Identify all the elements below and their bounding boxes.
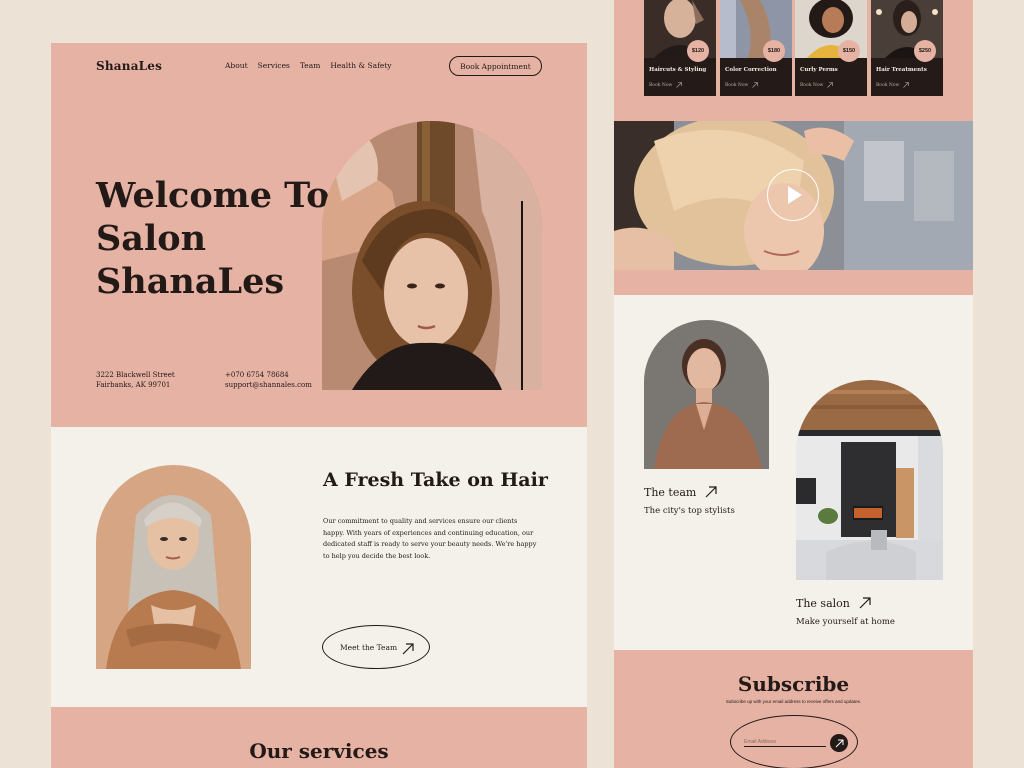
- hero-title-line-1: Welcome To: [96, 175, 330, 216]
- subscribe-text: Subscribe up with your email address to …: [725, 699, 862, 704]
- brand-logo[interactable]: ShanaLes: [96, 59, 162, 73]
- salon-label: The salon: [796, 596, 850, 610]
- book-now-link[interactable]: Book Now: [876, 82, 910, 88]
- service-card[interactable]: $150 Curly Perms Book Now: [795, 0, 867, 96]
- team-label: The team: [644, 485, 697, 499]
- nav-health-safety[interactable]: Health & Safety: [330, 61, 391, 70]
- team-photo[interactable]: [644, 320, 769, 469]
- video-player[interactable]: [614, 121, 973, 270]
- service-name: Hair Treatments: [876, 67, 927, 73]
- arrow-up-right-icon: [705, 486, 717, 498]
- service-price: $180: [763, 40, 785, 62]
- book-appointment-button[interactable]: Book Appointment: [449, 56, 542, 76]
- homepage-panel: ShanaLes About Services Team Health & Sa…: [51, 43, 587, 768]
- address-block: 3222 Blackwell Street Fairbanks, AK 9970…: [96, 370, 175, 390]
- main-nav: About Services Team Health & Safety: [225, 61, 392, 70]
- subscribe-form: [730, 715, 858, 768]
- email-input[interactable]: [744, 738, 826, 747]
- email-address[interactable]: support@shannales.com: [225, 380, 312, 390]
- service-name: Curly Perms: [800, 67, 838, 73]
- hero-photo: [322, 121, 542, 390]
- nav-services[interactable]: Services: [258, 61, 290, 70]
- inner-page-panel: $120 Haircuts & Styling Book Now $180 Co…: [614, 0, 973, 768]
- service-name: Color Correction: [725, 67, 777, 73]
- subscribe-section: Subscribe Subscribe up with your email a…: [614, 650, 973, 768]
- about-section: A Fresh Take on Hair Our commitment to q…: [51, 427, 587, 707]
- book-now-label: Book Now: [725, 82, 749, 88]
- salon-link[interactable]: The salon: [796, 596, 872, 610]
- service-card[interactable]: $250 Hair Treatments Book Now: [871, 0, 943, 96]
- address-line-2: Fairbanks, AK 99701: [96, 381, 171, 389]
- book-now-label: Book Now: [800, 82, 824, 88]
- meet-the-team-label: Meet the Team: [340, 642, 398, 652]
- team-salon-section: The team The city's top stylists The sal…: [614, 295, 973, 650]
- hero-section: ShanaLes About Services Team Health & Sa…: [51, 43, 587, 427]
- team-link[interactable]: The team: [644, 485, 718, 499]
- service-card[interactable]: $180 Color Correction Book Now: [720, 0, 792, 96]
- arrow-up-right-icon: [676, 82, 683, 88]
- services-title: Our services: [249, 739, 389, 763]
- team-subtitle: The city's top stylists: [644, 506, 735, 516]
- service-card[interactable]: $120 Haircuts & Styling Book Now: [644, 0, 716, 96]
- service-price: $150: [838, 40, 860, 62]
- arrow-up-right-icon: [835, 739, 843, 747]
- book-now-link[interactable]: Book Now: [800, 82, 834, 88]
- book-now-label: Book Now: [649, 82, 673, 88]
- salon-subtitle: Make yourself at home: [796, 617, 895, 627]
- arrow-up-right-icon: [402, 643, 414, 655]
- arrow-up-right-icon: [859, 597, 871, 609]
- arrow-up-right-icon: [752, 82, 759, 88]
- book-now-link[interactable]: Book Now: [725, 82, 759, 88]
- nav-about[interactable]: About: [225, 61, 248, 70]
- contact-block: +070 6754 78684 support@shannales.com: [225, 370, 312, 390]
- nav-team[interactable]: Team: [300, 61, 320, 70]
- book-now-link[interactable]: Book Now: [649, 82, 683, 88]
- phone-number[interactable]: +070 6754 78684: [225, 370, 312, 380]
- pink-divider: [614, 270, 973, 295]
- meet-the-team-button[interactable]: Meet the Team: [322, 625, 430, 669]
- address-line-1: 3222 Blackwell Street: [96, 371, 175, 379]
- arrow-up-right-icon: [903, 82, 910, 88]
- book-now-label: Book Now: [876, 82, 900, 88]
- subscribe-submit-button[interactable]: [830, 734, 848, 752]
- service-price: $120: [687, 40, 709, 62]
- about-title: A Fresh Take on Hair: [323, 469, 548, 491]
- salon-photo[interactable]: [796, 380, 943, 580]
- service-price: $250: [914, 40, 936, 62]
- hero-title-line-2: Salon ShanaLes: [96, 218, 285, 302]
- play-button[interactable]: [767, 169, 819, 221]
- service-cards-band: $120 Haircuts & Styling Book Now $180 Co…: [614, 0, 973, 121]
- arrow-up-right-icon: [827, 82, 834, 88]
- about-photo: [96, 465, 251, 669]
- service-name: Haircuts & Styling: [649, 67, 707, 73]
- about-text: Our commitment to quality and services e…: [323, 517, 537, 560]
- subscribe-title: Subscribe: [737, 672, 850, 696]
- services-section: Our services: [51, 707, 587, 768]
- play-icon: [787, 185, 802, 204]
